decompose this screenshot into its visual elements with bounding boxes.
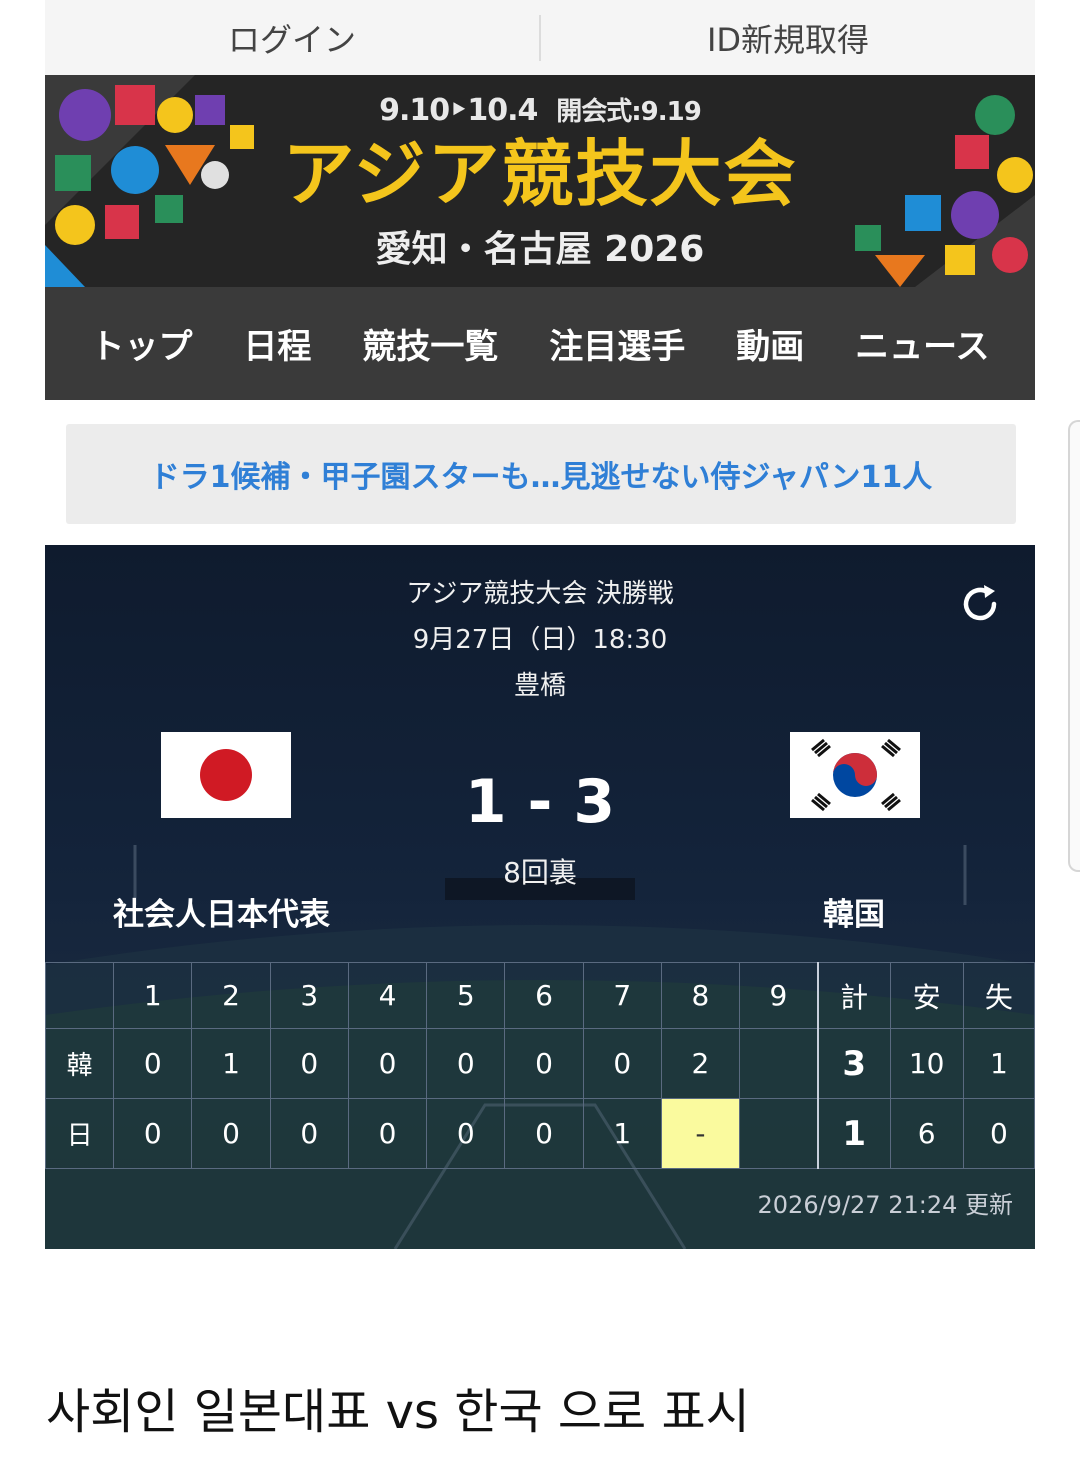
refresh-icon[interactable] <box>957 581 1003 627</box>
total-runs-cell: 1 <box>816 1098 891 1169</box>
nav-news[interactable]: ニュース <box>855 319 989 368</box>
header-inning-3: 3 <box>269 962 349 1029</box>
line-score-row-korea: 韓 0 1 0 0 0 0 0 2 3 10 1 <box>45 1028 1035 1099</box>
inning-cell: 2 <box>660 1028 741 1099</box>
header-inning-6: 6 <box>504 962 584 1029</box>
game-title: アジア競技大会 決勝戦 <box>406 579 674 609</box>
header-inning-2: 2 <box>191 962 271 1029</box>
event-dates: 9.10‣10.4 開会式:9.19 <box>379 93 702 128</box>
errors-cell: 0 <box>962 1098 1035 1169</box>
team-left-name: 社会人日本代表 <box>113 897 330 933</box>
game-score: 1 - 3 <box>464 767 616 837</box>
header-inning-8: 8 <box>660 962 741 1029</box>
main-nav: トップ 日程 競技一覧 注目選手 動画 ニュース <box>45 287 1035 400</box>
row-team-label: 日 <box>45 1098 115 1169</box>
inning-cell: 0 <box>347 1098 428 1169</box>
total-runs-cell: 3 <box>816 1028 891 1099</box>
hits-cell: 10 <box>889 1028 964 1099</box>
nav-schedule[interactable]: 日程 <box>243 319 311 368</box>
nav-sports-list[interactable]: 競技一覧 <box>362 319 498 368</box>
header-blank <box>45 962 115 1029</box>
nav-top[interactable]: トップ <box>90 319 192 368</box>
register-link[interactable]: ID新規取得 <box>541 15 1035 61</box>
inning-cell: 0 <box>191 1098 271 1169</box>
inning-cell: 0 <box>269 1028 349 1099</box>
hits-cell: 6 <box>889 1098 964 1169</box>
game-datetime: 9月27日（日）18:30 <box>412 625 668 655</box>
inning-cell: 1 <box>582 1098 662 1169</box>
inning-cell <box>739 1098 819 1169</box>
event-subtitle: 愛知・名古屋 2026 <box>375 229 705 270</box>
current-inning-cell: - <box>660 1098 741 1169</box>
inning-cell: 0 <box>269 1098 349 1169</box>
header-total: 計 <box>816 962 891 1029</box>
auth-bar: ログイン ID新規取得 <box>45 0 1035 75</box>
scroll-handle[interactable] <box>1068 420 1080 872</box>
header-errors: 失 <box>962 962 1035 1029</box>
nav-videos[interactable]: 動画 <box>736 319 804 368</box>
inning-cell: 0 <box>113 1098 193 1169</box>
caption-text: 사회인 일본대표 vs 한국 으로 표시 <box>46 1384 750 1440</box>
login-link[interactable]: ログイン <box>45 15 539 61</box>
inning-cell: 1 <box>191 1028 271 1099</box>
score-card: アジア競技大会 決勝戦 9月27日（日）18:30 豊橋 1 - 3 8回裏 社… <box>45 545 1035 1249</box>
header-inning-7: 7 <box>582 962 662 1029</box>
inning-cell: 0 <box>113 1028 193 1099</box>
game-inning: 8回裏 <box>503 856 577 889</box>
row-team-label: 韓 <box>45 1028 115 1099</box>
inning-cell: 0 <box>582 1028 662 1099</box>
header-inning-5: 5 <box>426 962 506 1029</box>
errors-cell: 1 <box>962 1028 1035 1099</box>
header-inning-4: 4 <box>347 962 428 1029</box>
last-updated: 2026/9/27 21:24 更新 <box>757 1191 1013 1219</box>
header-inning-1: 1 <box>113 962 193 1029</box>
inning-cell: 0 <box>504 1098 584 1169</box>
line-score-table: 1 2 3 4 5 6 7 8 9 計 安 失 韓 0 1 0 0 0 0 0 … <box>45 962 1035 1169</box>
inning-cell <box>739 1028 819 1099</box>
inning-cell: 0 <box>426 1098 506 1169</box>
line-score-row-japan: 日 0 0 0 0 0 0 1 - 1 6 0 <box>45 1098 1035 1169</box>
inning-cell: 0 <box>504 1028 584 1099</box>
game-venue: 豊橋 <box>513 671 566 701</box>
inning-cell: 0 <box>347 1028 428 1099</box>
nav-featured-players[interactable]: 注目選手 <box>549 319 685 368</box>
team-right-name: 韓国 <box>823 897 885 933</box>
inning-cell: 0 <box>426 1028 506 1099</box>
line-score-header: 1 2 3 4 5 6 7 8 9 計 安 失 <box>45 962 1035 1029</box>
promo-link[interactable]: ドラ1候補・甲子園スターも…見逃せない侍ジャパン11人 <box>66 424 1016 524</box>
event-title: アジア競技大会 <box>282 132 798 216</box>
header-inning-9: 9 <box>739 962 819 1029</box>
header-hits: 安 <box>889 962 964 1029</box>
event-banner[interactable]: 9.10‣10.4 開会式:9.19 アジア競技大会 愛知・名古屋 2026 <box>45 75 1035 287</box>
